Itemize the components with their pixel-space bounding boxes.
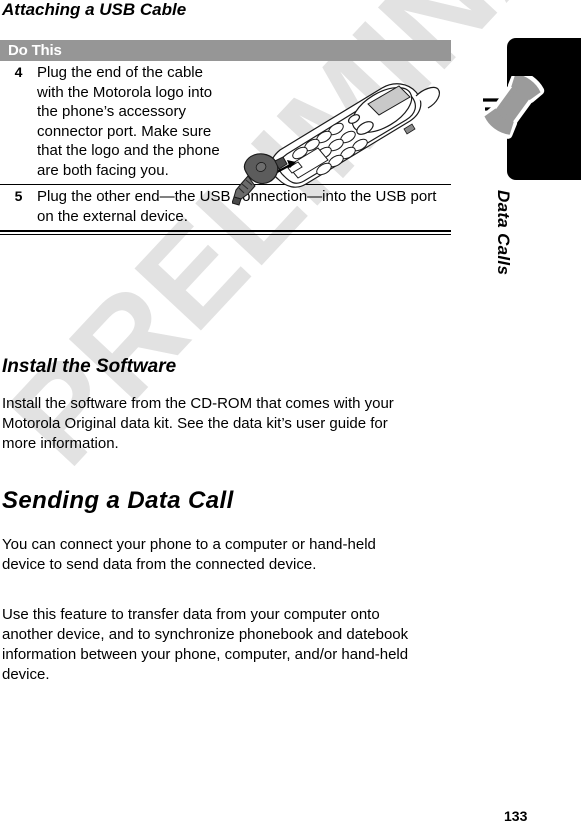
table-bottom-border-thin <box>0 234 451 235</box>
paragraph-transfer-data: Use this feature to transfer data from y… <box>2 606 409 683</box>
table-bottom-border-thick <box>0 230 451 232</box>
heading-install-the-software: Install the Software <box>2 356 177 377</box>
step-number: 5 <box>14 188 23 204</box>
telephone-handset-icon <box>483 76 545 139</box>
heading-sending-a-data-call: Sending a Data Call <box>2 487 234 514</box>
document-page: PRELIMINARY Attaching a USB Cable Do Thi… <box>0 0 581 837</box>
page-title: Attaching a USB Cable <box>2 0 187 19</box>
page-number: 133 <box>504 808 528 824</box>
paragraph-connect-phone: You can connect your phone to a computer… <box>2 536 376 573</box>
step-number: 4 <box>14 64 23 80</box>
table-header-do-this: Do This <box>0 40 451 61</box>
paragraph-install-software: Install the software from the CD-ROM tha… <box>2 395 394 452</box>
side-tab-label: Data Calls <box>494 190 513 276</box>
phone-with-usb-cable-illustration <box>232 83 440 206</box>
step-text: Plug the end of the cable with the Motor… <box>37 64 220 179</box>
